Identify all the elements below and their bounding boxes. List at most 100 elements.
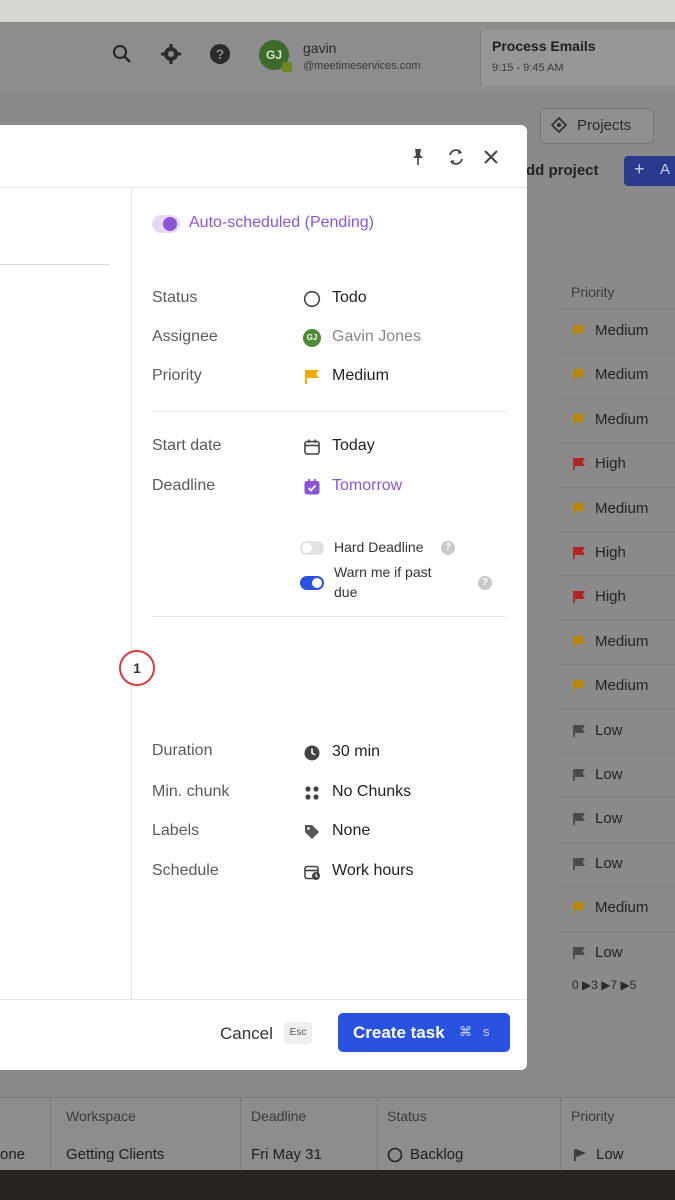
monitor-bezel-top xyxy=(0,0,675,24)
add-task-button[interactable]: + A xyxy=(624,156,675,186)
priority-text: Medium xyxy=(595,410,649,428)
priority-value[interactable]: Medium xyxy=(332,367,389,385)
priority-text: Medium xyxy=(595,899,649,917)
status-label: Status xyxy=(152,289,198,306)
refresh-icon[interactable] xyxy=(446,147,466,167)
priority-row[interactable]: Medium xyxy=(560,486,675,532)
priority-summary: 0 ▶3 ▶7 ▶5 xyxy=(572,978,637,992)
start-date-row[interactable]: Start date Today xyxy=(152,436,512,460)
modal-footer: Cancel Esc Create task ⌘ s xyxy=(0,999,527,1070)
duration-value-row[interactable]: 30 min xyxy=(152,742,512,766)
priority-text: Low xyxy=(595,854,623,872)
top-app-bar: ? GJ gavin @meetimeservices.com Process … xyxy=(0,22,675,92)
start-date-label: Start date xyxy=(152,437,222,454)
medium-flag-icon xyxy=(573,369,585,382)
cell-truncated: one xyxy=(0,1146,26,1163)
create-task-button[interactable]: Create task ⌘ s xyxy=(338,1013,510,1052)
cell-status[interactable]: Backlog xyxy=(410,1146,463,1163)
priority-row[interactable]: Medium xyxy=(560,619,675,665)
warn-past-due-toggle[interactable] xyxy=(300,576,324,590)
low-flag-icon xyxy=(573,857,585,870)
calendar-icon xyxy=(304,439,320,455)
auto-schedule-label: Auto-scheduled (Pending) xyxy=(189,214,375,231)
hard-deadline-toggle[interactable] xyxy=(300,541,324,555)
deadline-value[interactable]: Tomorrow xyxy=(332,477,402,495)
warn-past-due-help-icon[interactable]: ? xyxy=(478,576,492,590)
projects-button[interactable]: Projects xyxy=(540,108,654,144)
priority-row[interactable]: Low xyxy=(560,841,675,887)
assignee-row[interactable]: Assignee GJ Gavin Jones xyxy=(152,327,512,351)
priority-row[interactable]: Medium xyxy=(560,353,675,398)
hard-deadline-help-icon[interactable]: ? xyxy=(441,541,455,555)
status-value[interactable]: Todo xyxy=(332,289,367,307)
section-divider xyxy=(152,411,506,412)
high-flag-icon xyxy=(573,458,585,471)
priority-row[interactable]: Medium xyxy=(560,664,675,709)
medium-flag-icon xyxy=(573,502,585,515)
schedule-label: Schedule xyxy=(152,862,219,879)
user-avatar[interactable]: GJ xyxy=(259,40,292,72)
priority-row[interactable]: Low xyxy=(560,797,675,842)
add-project-button[interactable]: dd project xyxy=(526,162,599,179)
low-flag-icon xyxy=(573,724,585,737)
priority-row[interactable]: Low xyxy=(560,708,675,754)
pin-icon[interactable] xyxy=(408,147,428,167)
high-flag-icon xyxy=(573,547,585,559)
close-icon[interactable] xyxy=(481,147,501,167)
priority-row[interactable]: Medium xyxy=(560,309,675,354)
labels-row[interactable]: Labels None xyxy=(152,821,512,845)
cancel-button[interactable]: Cancel xyxy=(220,1024,273,1044)
labels-value[interactable]: None xyxy=(332,822,370,840)
auto-schedule-switch[interactable] xyxy=(152,215,180,233)
medium-flag-icon xyxy=(573,902,585,915)
start-date-value[interactable]: Today xyxy=(332,437,375,455)
priority-row[interactable]: Medium xyxy=(560,397,675,443)
event-title: Process Emails xyxy=(492,38,596,54)
priority-row[interactable]: Low xyxy=(560,753,675,798)
assignee-label: Assignee xyxy=(152,328,218,345)
backlog-status-icon xyxy=(387,1147,403,1163)
section-divider-2 xyxy=(152,616,506,617)
calendar-event-card[interactable]: Process Emails 9:15 - 9:45 AM xyxy=(480,30,675,86)
priority-text: Low xyxy=(595,810,623,828)
search-icon[interactable] xyxy=(110,42,134,66)
duration-value[interactable]: 30 min xyxy=(332,743,380,761)
min-chunk-value[interactable]: No Chunks xyxy=(332,783,411,801)
priority-row[interactable]: High xyxy=(560,531,675,576)
cell-workspace[interactable]: Getting Clients xyxy=(66,1146,164,1163)
help-icon[interactable]: ? xyxy=(208,42,232,66)
schedule-value[interactable]: Work hours xyxy=(332,862,414,880)
assignee-value[interactable]: Gavin Jones xyxy=(332,328,421,346)
priority-text: Medium xyxy=(595,366,649,384)
command-key-hint: ⌘ xyxy=(459,1024,472,1039)
user-email: @meetimeservices.com xyxy=(303,60,421,72)
priority-row[interactable]: High xyxy=(560,575,675,620)
deadline-row[interactable]: Deadline Tomorrow xyxy=(152,476,512,500)
priority-row[interactable]: Priority Medium xyxy=(152,366,512,390)
priority-row[interactable]: High xyxy=(560,442,675,487)
high-flag-icon xyxy=(573,591,585,604)
step-marker-badge: 1 xyxy=(116,650,160,692)
priority-text: Low xyxy=(595,943,623,961)
app-screen: ? GJ gavin @meetimeservices.com Process … xyxy=(0,22,675,1172)
priority-text: Low xyxy=(595,766,623,783)
priority-text: High xyxy=(595,544,626,561)
monitor-bezel-bottom xyxy=(0,1170,675,1200)
plus-icon: + xyxy=(634,159,645,179)
task-description-pane[interactable] xyxy=(0,187,132,999)
bottom-table-row: Workspace Deadline Status Priority one G… xyxy=(0,1097,675,1172)
user-name: gavin xyxy=(303,40,337,56)
min-chunk-label: Min. chunk xyxy=(152,783,230,800)
clock-icon xyxy=(304,745,320,761)
status-row[interactable]: Status Todo xyxy=(152,288,512,312)
labels-label: Labels xyxy=(152,822,200,839)
cell-deadline[interactable]: Fri May 31 xyxy=(251,1146,322,1163)
cell-priority[interactable]: Low xyxy=(596,1146,624,1163)
status-header: Status xyxy=(387,1108,427,1124)
priority-row[interactable]: Low xyxy=(560,930,675,976)
gear-icon[interactable] xyxy=(159,42,183,66)
schedule-row[interactable]: Schedule Work hours xyxy=(152,861,512,885)
projects-label: Projects xyxy=(577,117,632,134)
min-chunk-row[interactable]: Min. chunk No Chunks xyxy=(152,782,512,806)
priority-row[interactable]: Medium xyxy=(560,886,675,931)
